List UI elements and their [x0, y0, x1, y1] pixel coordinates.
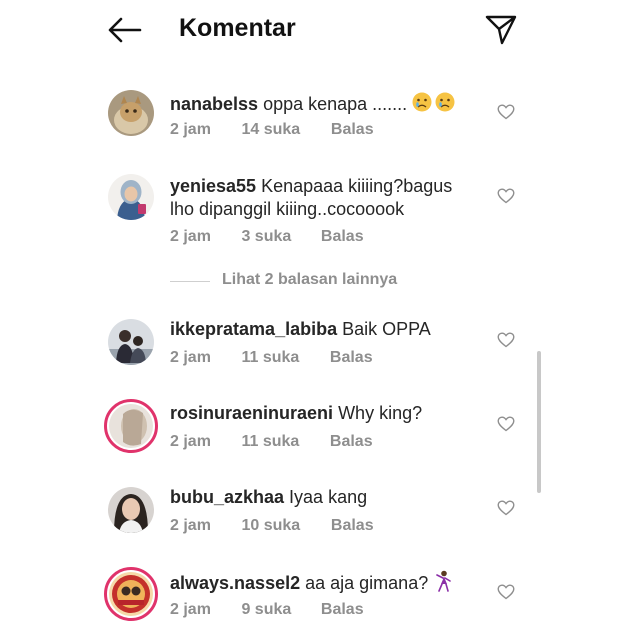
comment-likes[interactable]: 9 suka: [241, 601, 316, 619]
comment-username[interactable]: ikkepratama_labiba: [170, 319, 337, 339]
comment-body: Why king?: [338, 403, 423, 423]
comment-body: Iyaa kang: [289, 487, 368, 507]
reply-button[interactable]: Balas: [330, 349, 373, 367]
comment-meta: 2 jam 11 suka Balas: [170, 433, 373, 451]
comment-text: bubu_azkhaa Iyaa kang: [170, 486, 480, 509]
arrow-left-icon[interactable]: [104, 14, 144, 46]
heart-icon[interactable]: [497, 332, 515, 348]
avatar[interactable]: [108, 487, 154, 533]
comment-username[interactable]: always.nassel2: [170, 573, 300, 593]
comment-time: 2 jam: [170, 349, 211, 366]
comment-time: 2 jam: [170, 228, 211, 245]
comment-likes[interactable]: 10 suka: [241, 517, 326, 535]
comment-text: always.nassel2 aa aja gimana?: [170, 570, 480, 595]
reply-divider: [170, 281, 210, 282]
comment-text: yeniesa55 Kenapaaa kiiiing?bagus lho dip…: [170, 175, 480, 221]
avatar[interactable]: [108, 174, 154, 220]
avatar[interactable]: [104, 399, 158, 453]
reply-button[interactable]: Balas: [321, 228, 364, 246]
heart-icon[interactable]: [497, 416, 515, 432]
page-title: Komentar: [179, 14, 296, 42]
comment-likes[interactable]: 11 suka: [241, 433, 325, 451]
comment-text: ikkepratama_labiba Baik OPPA: [170, 318, 480, 341]
comment-username[interactable]: nanabelss: [170, 94, 258, 114]
avatar[interactable]: [108, 90, 154, 136]
comment-meta: 2 jam 10 suka Balas: [170, 517, 374, 535]
comment-likes[interactable]: 3 suka: [241, 228, 316, 246]
comment-time: 2 jam: [170, 121, 211, 138]
reply-button[interactable]: Balas: [321, 601, 364, 619]
comment-meta: 2 jam 3 suka Balas: [170, 228, 364, 246]
woman-dancing-icon: [436, 570, 452, 592]
scrollbar[interactable]: [537, 351, 541, 493]
heart-icon[interactable]: [497, 188, 515, 204]
header: Komentar: [0, 0, 640, 62]
comment-text: nanabelss oppa kenapa .......: [170, 91, 480, 116]
paper-plane-icon[interactable]: [482, 12, 520, 48]
comment-meta: 2 jam 14 suka Balas: [170, 121, 374, 139]
reply-button[interactable]: Balas: [331, 121, 374, 139]
avatar[interactable]: [104, 567, 158, 621]
comment-time: 2 jam: [170, 601, 211, 618]
comment-time: 2 jam: [170, 433, 211, 450]
comment-text: rosinuraeninuraeni Why king?: [170, 402, 480, 425]
comment-likes[interactable]: 14 suka: [241, 121, 326, 139]
comment-username[interactable]: bubu_azkhaa: [170, 487, 284, 507]
view-replies-label: Lihat 2 balasan lainnya: [222, 271, 398, 288]
avatar[interactable]: [108, 319, 154, 365]
comment-body: aa aja gimana?: [305, 573, 429, 593]
comment-meta: 2 jam 9 suka Balas: [170, 601, 364, 619]
crying-face-icon: [412, 92, 455, 112]
comment-time: 2 jam: [170, 517, 211, 534]
reply-button[interactable]: Balas: [331, 517, 374, 535]
heart-icon[interactable]: [497, 104, 515, 120]
comment-username[interactable]: yeniesa55: [170, 176, 256, 196]
comment-meta: 2 jam 11 suka Balas: [170, 349, 373, 367]
comment-body: Baik OPPA: [342, 319, 431, 339]
heart-icon[interactable]: [497, 584, 515, 600]
comment-username[interactable]: rosinuraeninuraeni: [170, 403, 333, 423]
comment-likes[interactable]: 11 suka: [241, 349, 325, 367]
comment-body: oppa kenapa .......: [263, 94, 408, 114]
reply-button[interactable]: Balas: [330, 433, 373, 451]
heart-icon[interactable]: [497, 500, 515, 516]
